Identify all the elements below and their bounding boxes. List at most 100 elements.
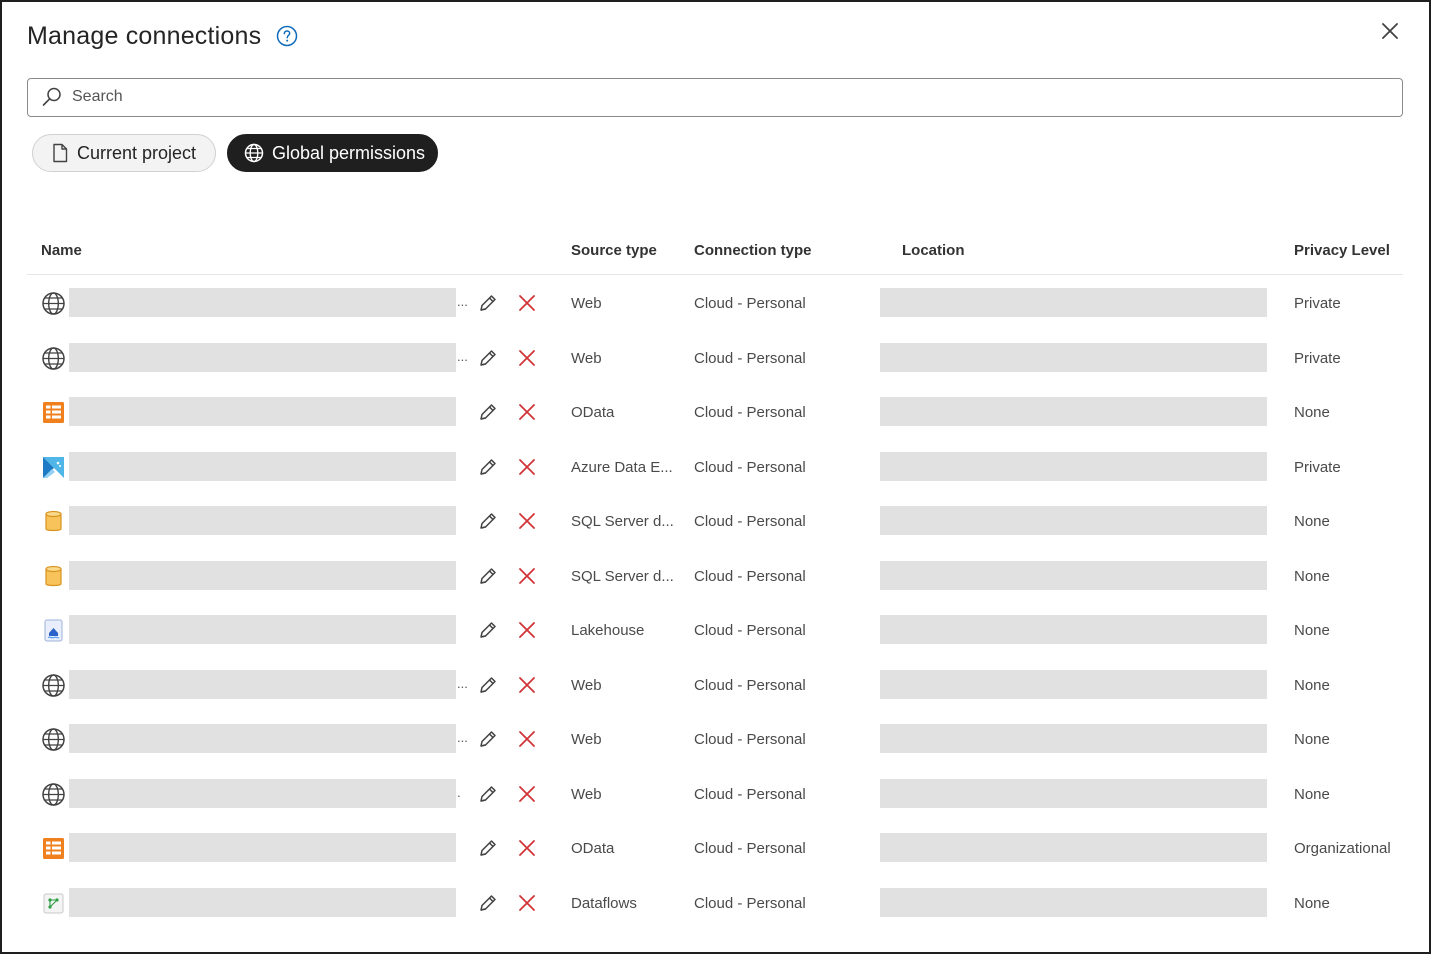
connection-name-redacted [69, 451, 456, 481]
table-row[interactable]: OData Cloud - Personal None [27, 385, 1403, 439]
connection-name-redacted [69, 615, 456, 644]
edit-icon[interactable] [477, 456, 499, 478]
location-redacted [880, 560, 1267, 590]
connection-type-cell: Cloud - Personal [694, 458, 806, 476]
edit-icon[interactable] [477, 674, 499, 696]
delete-icon[interactable] [517, 838, 537, 858]
source-type-cell: Web [571, 731, 602, 748]
connection-type-cell: Cloud - Personal [694, 676, 806, 694]
source-type-cell: OData [571, 404, 615, 421]
database-icon [41, 509, 66, 534]
header-divider [27, 274, 1403, 275]
dialog-title: Manage connections [27, 22, 262, 50]
name-truncation: ... [457, 730, 468, 745]
odata-icon [41, 400, 66, 425]
tab-current-project[interactable]: Current project [32, 134, 216, 172]
search-input[interactable] [72, 83, 1372, 111]
search-box[interactable] [27, 78, 1403, 117]
delete-icon[interactable] [517, 784, 537, 804]
tab-global-permissions-label: Global permissions [272, 142, 426, 163]
edit-icon[interactable] [477, 565, 499, 587]
name-truncation: ... [457, 294, 468, 309]
table-row[interactable]: SQL Server d... Cloud - Personal None [27, 549, 1403, 603]
connection-name-redacted [69, 724, 456, 753]
connection-type-cell: Cloud - Personal [694, 785, 806, 803]
privacy-level-cell: None [1294, 622, 1330, 639]
connection-type-cell: Cloud - Personal [694, 513, 806, 530]
edit-icon[interactable] [477, 892, 499, 914]
location-redacted [880, 887, 1267, 917]
tab-global-permissions[interactable]: Global permissions [227, 134, 438, 172]
connection-name-redacted [69, 342, 456, 372]
connection-type-cell: Cloud - Personal [694, 622, 806, 639]
tab-current-project-label: Current project [77, 142, 197, 163]
delete-icon[interactable] [517, 893, 537, 913]
connection-name-redacted [69, 288, 456, 317]
location-redacted [880, 669, 1267, 699]
column-header-source-type[interactable]: Source type [571, 242, 657, 259]
source-type-cell: SQL Server d... [571, 567, 674, 585]
table-row[interactable]: Lakehouse Cloud - Personal None [27, 603, 1403, 657]
edit-icon[interactable] [477, 619, 499, 641]
edit-icon[interactable] [477, 292, 499, 314]
privacy-level-cell: None [1294, 404, 1330, 421]
connection-type-cell: Cloud - Personal [694, 295, 806, 312]
column-header-privacy-level[interactable]: Privacy Level [1294, 242, 1390, 259]
privacy-level-cell: None [1294, 513, 1330, 530]
connection-type-cell: Cloud - Personal [694, 731, 806, 748]
table-row[interactable]: SQL Server d... Cloud - Personal None [27, 494, 1403, 548]
source-type-cell: SQL Server d... [571, 513, 674, 530]
connection-name-redacted [69, 887, 456, 917]
delete-icon[interactable] [517, 729, 537, 749]
table-row[interactable]: ... Web Cloud - Personal None [27, 658, 1403, 712]
globe-icon [41, 673, 66, 698]
column-header-location[interactable]: Location [902, 242, 965, 259]
delete-icon[interactable] [517, 348, 537, 368]
source-type-cell: Web [571, 349, 602, 367]
privacy-level-cell: None [1294, 731, 1330, 748]
globe-icon [41, 346, 66, 371]
table-row[interactable]: . Web Cloud - Personal None [27, 767, 1403, 821]
connection-name-redacted [69, 397, 456, 426]
location-redacted [880, 833, 1267, 862]
delete-icon[interactable] [517, 620, 537, 640]
delete-icon[interactable] [517, 457, 537, 477]
connection-name-redacted [69, 669, 456, 699]
connection-type-cell: Cloud - Personal [694, 404, 806, 421]
table-row[interactable]: ... Web Cloud - Personal Private [27, 331, 1403, 385]
edit-icon[interactable] [477, 401, 499, 423]
table-row[interactable]: OData Cloud - Personal Organizational [27, 821, 1403, 875]
privacy-level-cell: Private [1294, 349, 1341, 367]
globe-icon [41, 727, 66, 752]
edit-icon[interactable] [477, 347, 499, 369]
source-type-cell: Web [571, 785, 602, 803]
table-row[interactable]: ... Web Cloud - Personal None [27, 712, 1403, 766]
privacy-level-cell: Organizational [1294, 840, 1391, 857]
odata-icon [41, 836, 66, 861]
edit-icon[interactable] [477, 510, 499, 532]
question-circle-icon[interactable] [276, 25, 298, 47]
document-icon [53, 143, 68, 163]
globe-icon [244, 143, 264, 163]
table-row[interactable]: ... Web Cloud - Personal Private [27, 276, 1403, 330]
delete-icon[interactable] [517, 511, 537, 531]
edit-icon[interactable] [477, 837, 499, 859]
delete-icon[interactable] [517, 566, 537, 586]
column-header-name[interactable]: Name [41, 242, 82, 259]
delete-icon[interactable] [517, 293, 537, 313]
privacy-level-cell: Private [1294, 295, 1341, 312]
globe-icon [41, 291, 66, 316]
edit-icon[interactable] [477, 783, 499, 805]
column-header-connection-type[interactable]: Connection type [694, 242, 812, 259]
location-redacted [880, 615, 1267, 644]
connection-type-cell: Cloud - Personal [694, 840, 806, 857]
privacy-level-cell: None [1294, 894, 1330, 912]
name-truncation: . [457, 784, 461, 800]
close-icon[interactable] [1379, 20, 1401, 42]
delete-icon[interactable] [517, 675, 537, 695]
delete-icon[interactable] [517, 402, 537, 422]
table-row[interactable]: Azure Data E... Cloud - Personal Private [27, 440, 1403, 494]
table-row[interactable]: Dataflows Cloud - Personal None [27, 876, 1403, 930]
connection-name-redacted [69, 560, 456, 590]
edit-icon[interactable] [477, 728, 499, 750]
